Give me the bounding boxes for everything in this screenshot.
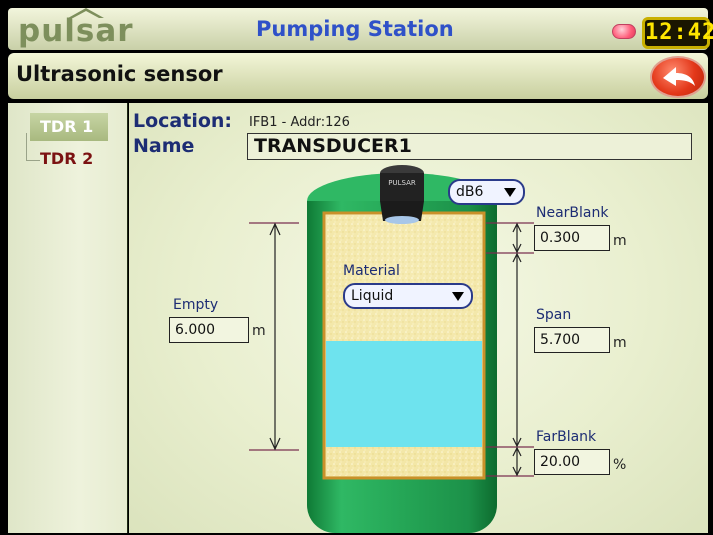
material-select[interactable]: Liquid xyxy=(343,283,473,309)
span-unit: m xyxy=(613,335,627,351)
nearblank-unit: m xyxy=(613,233,627,249)
vessel-bottom xyxy=(326,447,482,476)
nearblank-label: NearBlank xyxy=(536,205,609,221)
alarm-led-icon[interactable] xyxy=(612,24,636,39)
nav-item-tdr1[interactable]: TDR 1 xyxy=(30,113,108,141)
logo-roof-icon xyxy=(68,8,104,18)
pulsar-logo: pulsar PROCESS MEASUREMENT xyxy=(18,8,146,63)
farblank-label: FarBlank xyxy=(536,429,597,445)
liquid-level xyxy=(326,341,482,447)
farblank-input[interactable]: 20.00 xyxy=(534,449,610,475)
nearblank-input[interactable]: 0.300 xyxy=(534,225,610,251)
empty-unit: m xyxy=(252,323,266,339)
chevron-down-icon xyxy=(452,292,464,301)
material-label: Material xyxy=(343,263,400,279)
name-label: Name xyxy=(133,135,195,157)
tree-line xyxy=(26,133,27,160)
screen: pulsar PROCESS MEASUREMENT Pumping Stati… xyxy=(0,0,713,535)
nav-item-tdr2[interactable]: TDR 2 xyxy=(40,147,110,171)
clock: 12:42 xyxy=(642,17,713,49)
farblank-unit: % xyxy=(613,457,627,473)
sensor-tree: TDR 1 TDR 2 xyxy=(8,103,128,533)
station-title: Pumping Station xyxy=(256,17,454,41)
top-bar: pulsar PROCESS MEASUREMENT Pumping Stati… xyxy=(8,8,713,63)
tree-line xyxy=(26,160,40,161)
transducer-model-value: dB6 xyxy=(456,184,484,200)
header-bar: Ultrasonic sensor xyxy=(8,53,708,99)
location-value: IFB1 - Addr:126 xyxy=(249,115,350,130)
main-panel: PULSAR Location: IFB1 - Addr:126 Name TR… xyxy=(129,103,708,533)
back-arrow-icon xyxy=(663,67,695,86)
transducer-brand: PULSAR xyxy=(388,179,416,187)
span-label: Span xyxy=(536,307,572,323)
material-value: Liquid xyxy=(351,288,394,304)
name-input[interactable]: TRANSDUCER1 xyxy=(247,133,692,160)
empty-input[interactable]: 6.000 xyxy=(169,317,249,343)
location-label: Location: xyxy=(133,110,233,132)
page-title: Ultrasonic sensor xyxy=(16,62,223,86)
chevron-down-icon xyxy=(504,188,516,197)
back-button[interactable] xyxy=(650,56,706,98)
transducer-model-select[interactable]: dB6 xyxy=(448,179,525,205)
transducer-icon xyxy=(380,165,424,224)
empty-label: Empty xyxy=(173,297,219,313)
span-input[interactable]: 5.700 xyxy=(534,327,610,353)
